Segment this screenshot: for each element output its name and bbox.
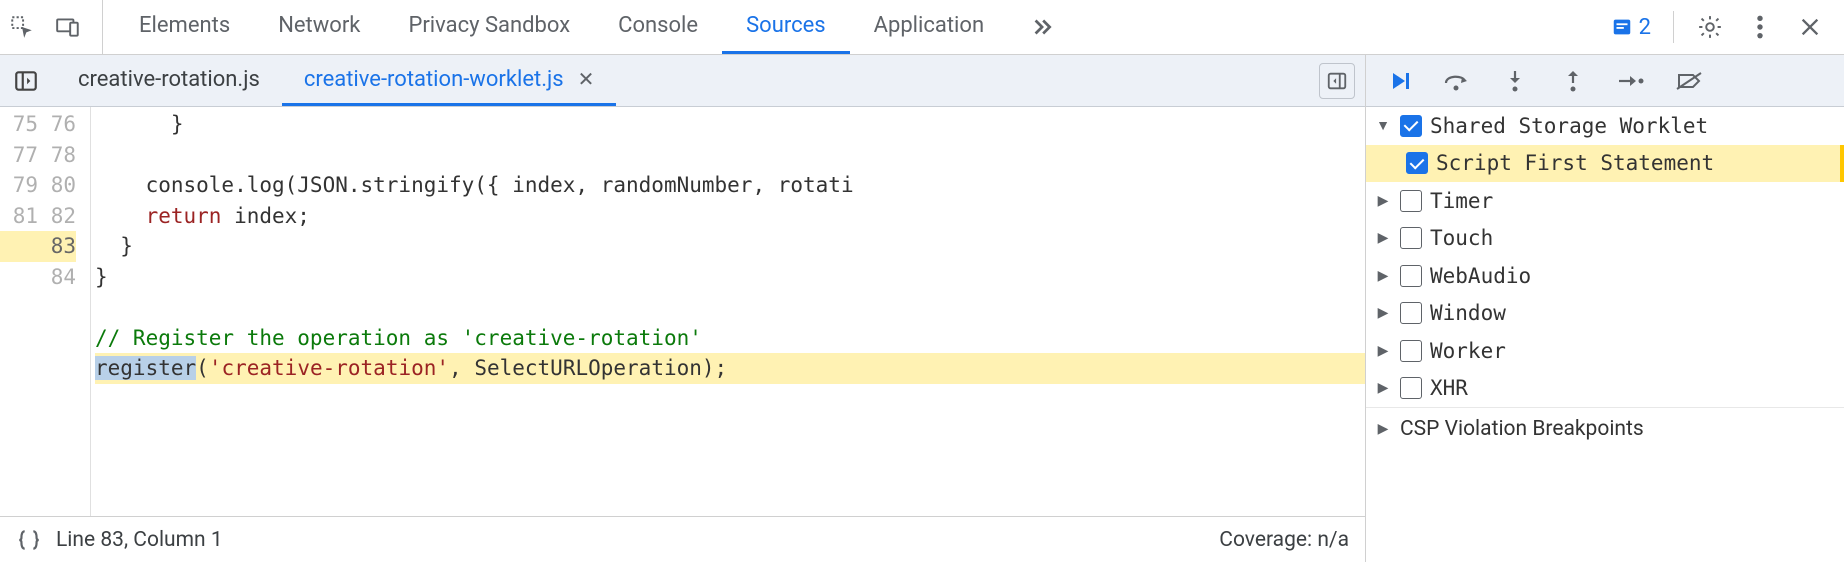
issues-badge[interactable]: 2 [1611,15,1651,40]
pretty-print-icon[interactable] [16,527,42,553]
checkbox[interactable] [1400,190,1422,212]
tab-console[interactable]: Console [594,0,722,54]
main-area: creative-rotation.js creative-rotation-w… [0,55,1844,562]
string-literal: 'creative-rotation' [209,356,449,380]
kebab-menu-icon[interactable] [1746,13,1774,41]
issues-count: 2 [1639,15,1651,40]
caret-right-icon: ▶ [1374,343,1392,359]
tab-network[interactable]: Network [254,0,384,54]
checkbox[interactable] [1400,340,1422,362]
code-rest: , SelectURLOperation); [449,356,727,380]
editor-statusbar: Line 83, Column 1 Coverage: n/a [0,516,1365,562]
step-over-icon[interactable] [1442,66,1472,96]
step-out-icon[interactable] [1558,66,1588,96]
close-icon[interactable] [1796,13,1824,41]
bp-label: XHR [1430,376,1468,400]
bp-label: Script First Statement [1436,151,1714,175]
step-icon[interactable] [1616,66,1646,96]
caret-right-icon: ▶ [1374,268,1392,284]
bp-category-webaudio[interactable]: ▶ WebAudio [1366,257,1844,295]
file-tab-1[interactable]: creative-rotation-worklet.js ✕ [282,55,617,106]
breakpoint-list: ▼ Shared Storage Worklet Script First St… [1366,107,1844,562]
comment-line: // Register the operation as 'creative-r… [95,326,702,350]
debugger-pane: ▼ Shared Storage Worklet Script First St… [1366,55,1844,562]
bp-category-touch[interactable]: ▶ Touch [1366,220,1844,258]
keyword-return: return [146,204,222,228]
deactivate-breakpoints-icon[interactable] [1674,66,1704,96]
main-toolbar: Elements Network Privacy Sandbox Console… [0,0,1844,55]
checkbox[interactable] [1400,227,1422,249]
bp-category-window[interactable]: ▶ Window [1366,295,1844,333]
panel-tabs: Elements Network Privacy Sandbox Console… [115,0,1074,54]
tab-sources[interactable]: Sources [722,0,850,54]
close-tab-icon[interactable]: ✕ [578,67,595,91]
step-into-icon[interactable] [1500,66,1530,96]
checkbox[interactable] [1406,152,1428,174]
editor-pane: creative-rotation.js creative-rotation-w… [0,55,1366,562]
file-tabbar: creative-rotation.js creative-rotation-w… [0,55,1365,107]
checkbox[interactable] [1400,302,1422,324]
settings-icon[interactable] [1696,13,1724,41]
bp-category-shared-storage[interactable]: ▼ Shared Storage Worklet [1366,107,1844,145]
inspect-element-icon[interactable] [8,13,36,41]
file-tab-1-label: creative-rotation-worklet.js [304,67,564,92]
tab-privacy-sandbox[interactable]: Privacy Sandbox [384,0,594,54]
bp-category-worker[interactable]: ▶ Worker [1366,332,1844,370]
caret-right-icon: ▶ [1374,380,1392,396]
bp-label: Timer [1430,189,1493,213]
code-area[interactable]: } console.log(JSON.stringify({ index, ra… [90,107,1365,516]
tab-application[interactable]: Application [850,0,1008,54]
caret-down-icon: ▼ [1374,117,1392,134]
caret-right-icon: ▶ [1374,305,1392,321]
bp-category-timer[interactable]: ▶ Timer [1366,182,1844,220]
toolbar-right: 2 [1611,11,1836,43]
checkbox[interactable] [1400,265,1422,287]
tab-elements[interactable]: Elements [115,0,254,54]
hide-debugger-icon[interactable] [1319,63,1355,99]
coverage-label: Coverage: n/a [1219,528,1349,552]
bp-label: Window [1430,301,1506,325]
line-gutter: 75 76 77 78 79 80 81 82 83 84 [0,107,90,516]
checkbox[interactable] [1400,377,1422,399]
section-label: CSP Violation Breakpoints [1400,417,1644,441]
caret-right-icon: ▶ [1374,193,1392,209]
selected-token: register [95,356,196,380]
caret-right-icon: ▶ [1374,421,1392,437]
resume-icon[interactable] [1384,66,1414,96]
divider [1673,11,1674,43]
caret-right-icon: ▶ [1374,230,1392,246]
file-tab-0[interactable]: creative-rotation.js [56,55,282,106]
code-editor[interactable]: 75 76 77 78 79 80 81 82 83 84 } console.… [0,107,1365,516]
toolbar-left [8,0,103,54]
bp-label: Worker [1430,339,1506,363]
navigator-toggle-icon[interactable] [10,65,42,97]
bp-category-xhr[interactable]: ▶ XHR [1366,370,1844,408]
bp-item-script-first-statement[interactable]: Script First Statement [1366,145,1844,183]
checkbox[interactable] [1400,115,1422,137]
cursor-position: Line 83, Column 1 [56,528,223,552]
more-tabs-button[interactable] [1008,0,1074,54]
section-csp-violation[interactable]: ▶ CSP Violation Breakpoints [1366,407,1844,449]
debug-toolbar [1366,55,1844,107]
bp-label: Touch [1430,226,1493,250]
device-toggle-icon[interactable] [54,13,82,41]
bp-label: WebAudio [1430,264,1531,288]
bp-label: Shared Storage Worklet [1430,114,1708,138]
